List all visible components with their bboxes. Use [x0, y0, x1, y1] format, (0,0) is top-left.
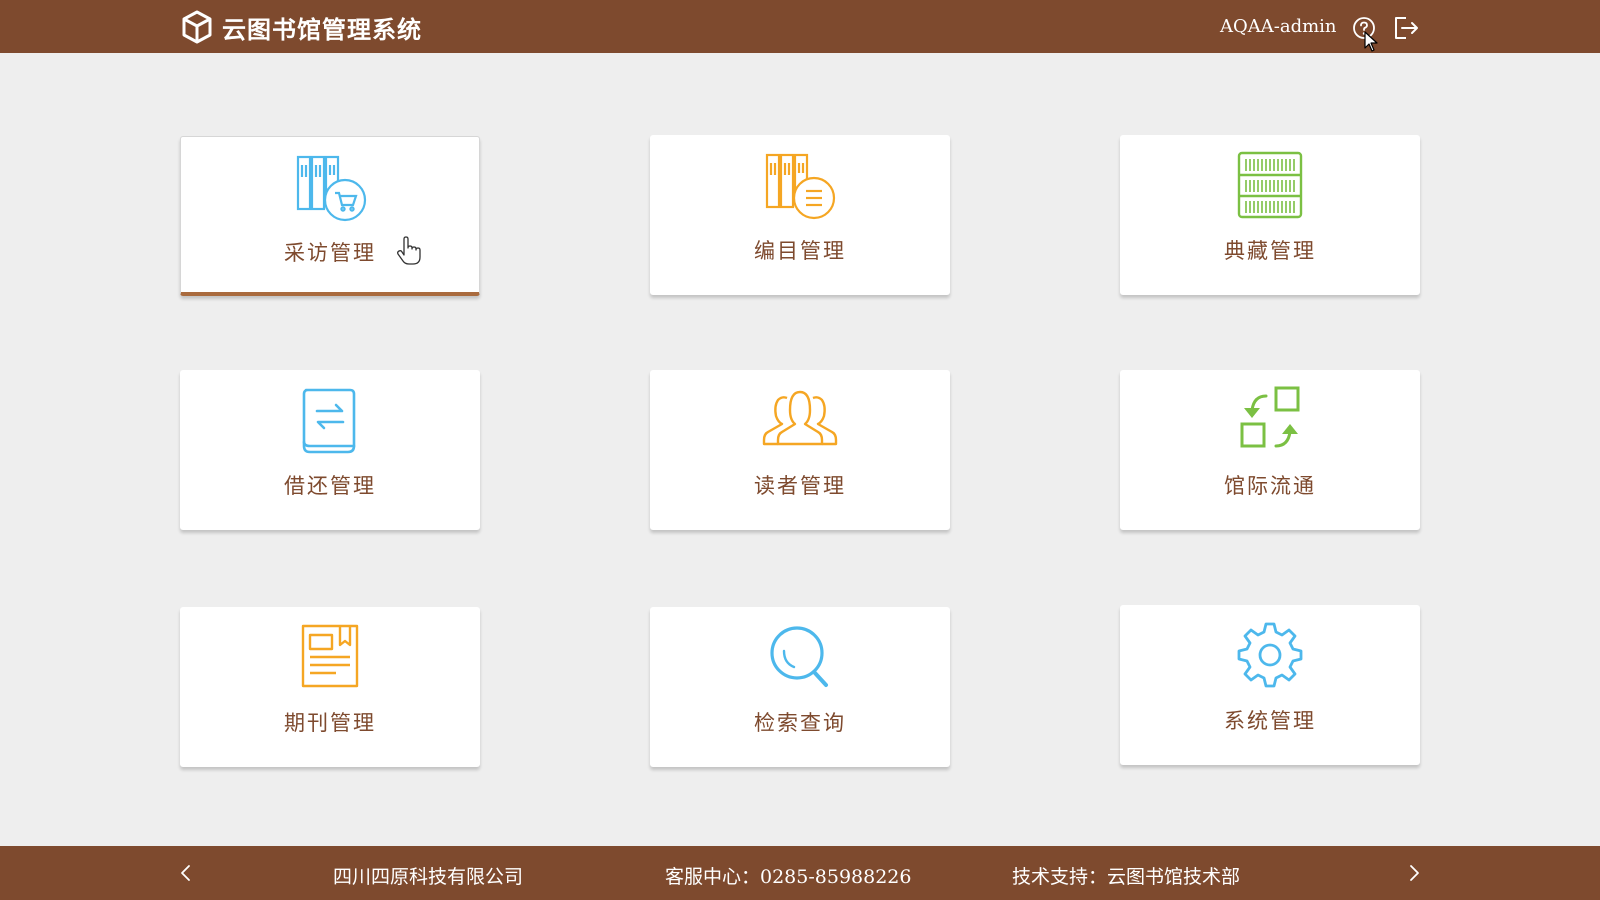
book-exchange-icon: [302, 388, 356, 454]
periodical-icon: [301, 624, 359, 688]
bookshelf-list-icon: [765, 153, 836, 220]
module-label: 借还管理: [284, 474, 376, 498]
module-card-readers[interactable]: 读者管理: [650, 370, 950, 530]
tech-support: 技术支持：云图书馆技术部: [1012, 866, 1241, 888]
company-name: 四川四原科技有限公司: [333, 866, 524, 888]
chevron-right-icon[interactable]: [1402, 860, 1426, 886]
username[interactable]: AQAA-admin: [1220, 16, 1337, 37]
service-hotline: 客服中心：0285-85988226: [665, 866, 912, 888]
module-label: 检索查询: [754, 711, 846, 735]
module-card-interlibrary[interactable]: 馆际流通: [1120, 370, 1420, 530]
module-label: 馆际流通: [1224, 474, 1316, 498]
module-label: 采访管理: [284, 241, 376, 265]
module-card-system[interactable]: 系统管理: [1120, 605, 1420, 765]
module-card-collection[interactable]: 典藏管理: [1120, 135, 1420, 295]
search-icon: [770, 626, 828, 687]
module-label: 读者管理: [754, 474, 846, 498]
module-label: 典藏管理: [1224, 239, 1316, 263]
module-card-search[interactable]: 检索查询: [650, 607, 950, 767]
app-title: 云图书馆管理系统: [222, 15, 422, 44]
bookshelf-cart-icon: [296, 155, 367, 222]
module-label: 编目管理: [754, 239, 846, 263]
module-card-acquisition[interactable]: 采访管理: [180, 136, 480, 296]
chevron-left-icon[interactable]: [174, 860, 198, 886]
top-bar: 云图书馆管理系统 AQAA-admin: [0, 0, 1600, 53]
module-label: 期刊管理: [284, 711, 376, 735]
arrow-cursor-icon: [1364, 31, 1378, 52]
module-label: 系统管理: [1224, 709, 1316, 733]
gear-icon: [1237, 622, 1303, 688]
box-logo-icon: [182, 10, 212, 44]
barcode-shelf-icon: [1237, 151, 1303, 219]
footer-bar: 四川四原科技有限公司 客服中心：0285-85988226 技术支持：云图书馆技…: [0, 846, 1600, 900]
readers-group-icon: [762, 390, 838, 446]
app-logo: 云图书馆管理系统: [180, 9, 422, 45]
module-card-cataloging[interactable]: 编目管理: [650, 135, 950, 295]
circulation-arrows-icon: [1240, 386, 1300, 448]
module-card-circulation[interactable]: 借还管理: [180, 370, 480, 530]
hand-cursor-icon: [397, 236, 421, 265]
module-card-periodicals[interactable]: 期刊管理: [180, 607, 480, 767]
logout-icon[interactable]: [1392, 15, 1420, 41]
